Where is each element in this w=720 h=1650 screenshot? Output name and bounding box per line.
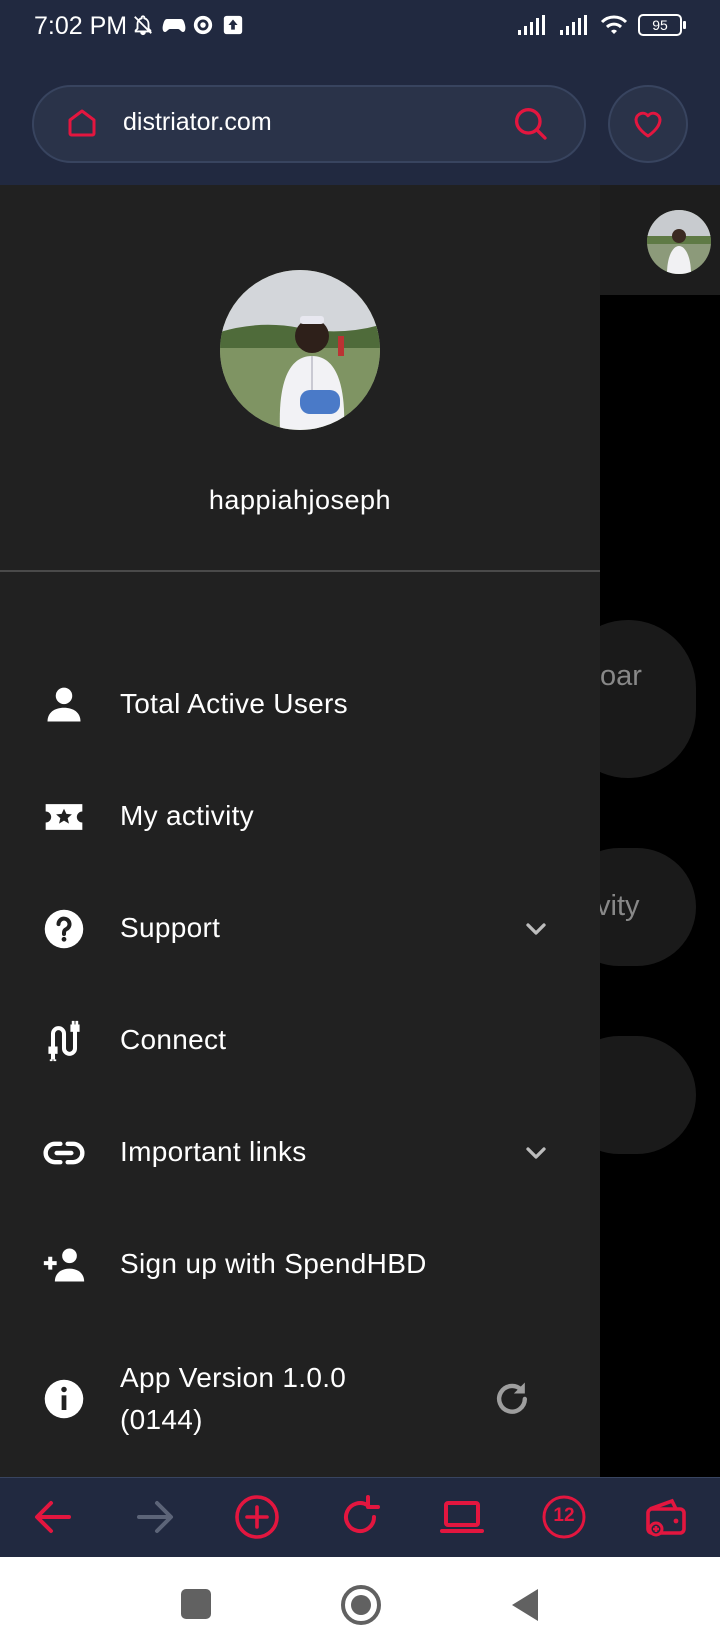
menu-item-my-activity[interactable]: My activity (0, 767, 600, 867)
whatsapp-icon (192, 14, 214, 36)
add-tab-icon[interactable] (233, 1493, 281, 1541)
signal-icon (518, 15, 545, 35)
signal-icon-2 (560, 15, 587, 35)
wifi-icon (600, 15, 628, 34)
status-time: 7:02 PM (34, 12, 128, 40)
menu-label-sign-up: Sign up with SpendHBD (120, 1248, 427, 1279)
menu-label-total-active-users: Total Active Users (120, 688, 348, 719)
status-notification-icons (132, 14, 244, 36)
menu-label-connect: Connect (120, 1024, 227, 1055)
menu-item-connect[interactable]: Connect (0, 991, 600, 1091)
menu-item-sign-up[interactable]: Sign up with SpendHBD (0, 1215, 600, 1315)
app-version-line1: App Version 1.0.0 (120, 1362, 347, 1393)
url-bar[interactable] (32, 85, 586, 163)
gamepad-icon (162, 14, 186, 36)
heart-icon[interactable] (630, 106, 666, 142)
forward-arrow-icon[interactable] (131, 1493, 179, 1541)
chevron-down-icon[interactable] (520, 913, 552, 945)
menu-label-important-links: Important links (120, 1136, 307, 1167)
refresh-icon[interactable] (490, 1377, 534, 1421)
app-version-text: App Version 1.0.0 (0144) (120, 1357, 346, 1441)
cable-icon (48, 1020, 80, 1062)
background-avatar[interactable] (647, 210, 711, 274)
menu-item-support[interactable]: Support (0, 879, 600, 979)
profile-username: happiahjoseph (208, 485, 392, 515)
link-icon (43, 1141, 85, 1165)
chevron-down-icon[interactable] (520, 1137, 552, 1169)
background-card-2-text: vity (596, 890, 640, 922)
wallet-icon[interactable] (642, 1493, 690, 1541)
tabs-count-button[interactable]: 12 (540, 1493, 588, 1541)
desktop-mode-icon[interactable] (438, 1493, 486, 1541)
profile-avatar[interactable] (220, 270, 380, 430)
menu-item-total-active-users[interactable]: Total Active Users (0, 655, 600, 755)
bell-off-icon (132, 14, 154, 36)
person-icon (47, 687, 81, 722)
url-text[interactable]: distriator.com (123, 108, 272, 137)
home-icon[interactable] (64, 105, 100, 141)
upload-icon (222, 14, 244, 36)
tabs-count: 12 (553, 1505, 575, 1526)
help-circle-icon (44, 909, 84, 949)
battery-indicator: 95 (638, 14, 686, 36)
app-version-line2: (0144) (120, 1404, 203, 1435)
app-version-row: App Version 1.0.0 (0144) (0, 1327, 600, 1457)
recents-button[interactable] (181, 1589, 211, 1619)
back-button[interactable] (508, 1587, 542, 1623)
ticket-star-icon (45, 804, 83, 830)
person-add-icon (43, 1248, 85, 1282)
search-icon[interactable] (510, 103, 550, 143)
home-button[interactable] (340, 1584, 382, 1626)
background-card-1-text: oar (600, 660, 642, 692)
menu-item-important-links[interactable]: Important links (0, 1103, 600, 1203)
info-icon (44, 1379, 84, 1419)
menu-label-support: Support (120, 912, 221, 943)
menu-label-my-activity: My activity (120, 800, 254, 831)
reload-icon[interactable] (336, 1493, 384, 1541)
back-arrow-icon[interactable] (29, 1493, 77, 1541)
drawer-divider (0, 570, 600, 572)
status-system-icons: 95 (516, 14, 686, 36)
